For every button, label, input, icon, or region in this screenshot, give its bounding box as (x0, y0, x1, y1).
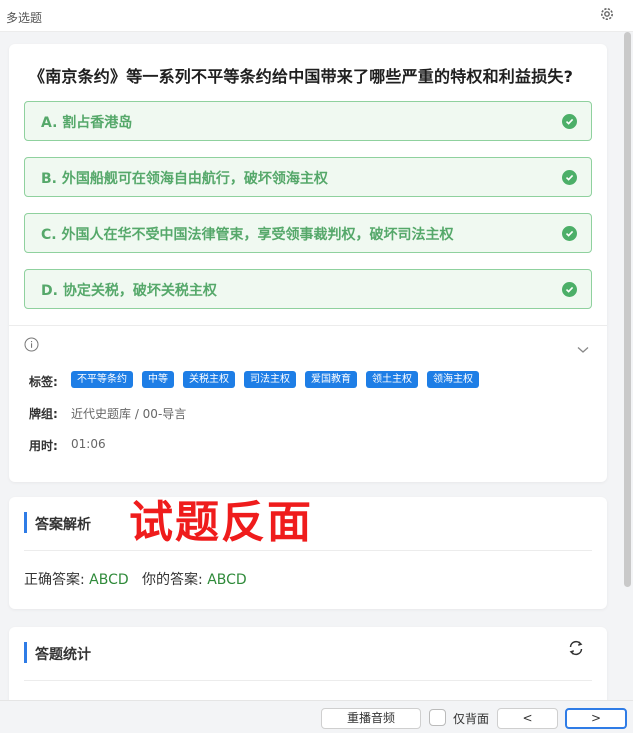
answer-line: 正确答案: ABCD 你的答案: ABCD (24, 569, 247, 589)
scrollbar-thumb[interactable] (624, 32, 631, 587)
section-accent-bar (24, 512, 27, 533)
back-only-label: 仅背面 (453, 712, 490, 726)
deck-label: 牌组: (29, 407, 58, 421)
refresh-icon[interactable] (567, 639, 585, 661)
option-b[interactable]: B. 外国船舰可在领海自由航行，破坏领海主权 (24, 157, 592, 197)
question-type-title: 多选题 (6, 11, 43, 25)
check-circle-icon (562, 282, 577, 297)
check-circle-icon (562, 114, 577, 129)
divider (24, 680, 592, 681)
bottom-toolbar: 重播音频 仅背面 < > (0, 700, 633, 733)
tag[interactable]: 领海主权 (427, 371, 479, 388)
check-circle-icon (562, 226, 577, 241)
tag[interactable]: 关税主权 (183, 371, 235, 388)
tag[interactable]: 领土主权 (366, 371, 418, 388)
tags-label: 标签: (29, 375, 58, 389)
answer-stats-card: 答题统计 (9, 627, 607, 707)
time-value: 01:06 (71, 437, 106, 451)
question-text: 《南京条约》等一系列不平等条约给中国带来了哪些严重的特权和利益损失? (29, 67, 574, 86)
option-label: B. 外国船舰可在领海自由航行，破坏领海主权 (41, 171, 328, 187)
prev-button[interactable]: < (497, 708, 558, 729)
correct-answer-label: 正确答案: (24, 572, 85, 588)
tag[interactable]: 不平等条约 (71, 371, 133, 388)
back-side-watermark: 试题反面 (129, 497, 313, 548)
tag[interactable]: 中等 (142, 371, 174, 388)
gear-icon[interactable] (599, 6, 615, 22)
check-circle-icon (562, 170, 577, 185)
time-label: 用时: (29, 439, 58, 453)
divider (9, 325, 607, 326)
deck-value: 近代史题库 / 00-导言 (71, 407, 187, 421)
scrollbar[interactable] (622, 32, 633, 700)
option-label: D. 协定关税，破坏关税主权 (41, 283, 217, 299)
option-label: C. 外国人在华不受中国法律管束，享受领事裁判权，破坏司法主权 (41, 227, 454, 243)
option-a[interactable]: A. 割占香港岛 (24, 101, 592, 141)
question-card: 《南京条约》等一系列不平等条约给中国带来了哪些严重的特权和利益损失? A. 割占… (9, 44, 607, 482)
section-accent-bar (24, 642, 27, 663)
next-button[interactable]: > (565, 708, 627, 729)
top-bar: 多选题 (0, 0, 633, 32)
your-answer-value: ABCD (207, 572, 247, 588)
replay-audio-button[interactable]: 重播音频 (321, 708, 421, 729)
option-label: A. 割占香港岛 (41, 115, 133, 131)
tag[interactable]: 司法主权 (244, 371, 296, 388)
option-d[interactable]: D. 协定关税，破坏关税主权 (24, 269, 592, 309)
option-c[interactable]: C. 外国人在华不受中国法律管束，享受领事裁判权，破坏司法主权 (24, 213, 592, 253)
stats-title: 答题统计 (35, 647, 91, 663)
tag-list: 不平等条约 中等 关税主权 司法主权 爱国教育 领土主权 领海主权 (71, 371, 479, 388)
divider (24, 550, 592, 551)
back-only-checkbox[interactable] (429, 709, 446, 726)
tag[interactable]: 爱国教育 (305, 371, 357, 388)
your-answer-label: 你的答案: (142, 572, 203, 588)
correct-answer-value: ABCD (89, 572, 129, 588)
analysis-title: 答案解析 (35, 517, 91, 533)
chevron-down-icon[interactable] (577, 339, 589, 358)
info-icon[interactable] (24, 337, 39, 356)
